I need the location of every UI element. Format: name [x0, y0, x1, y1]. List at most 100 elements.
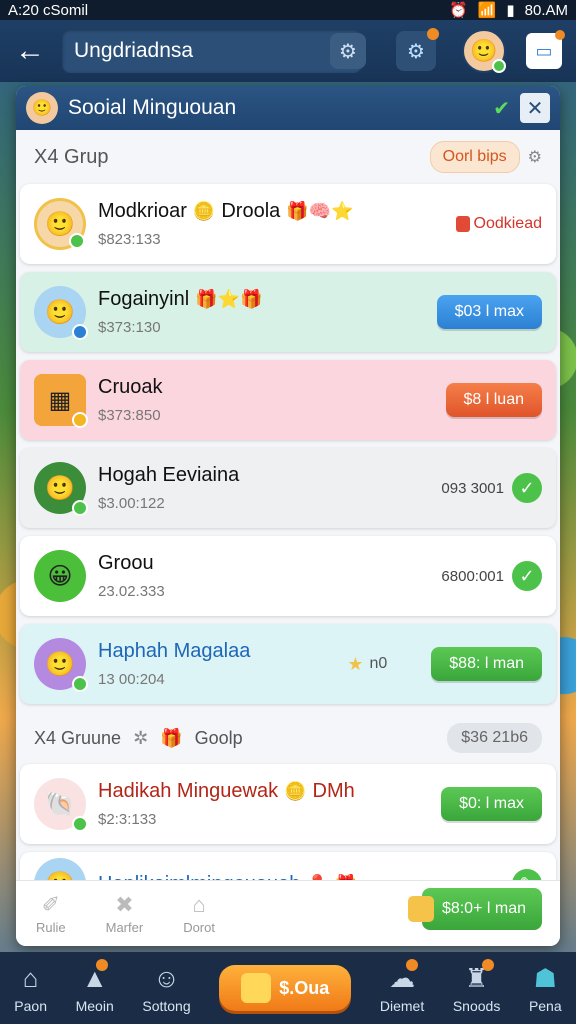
top-bar: ← Ungdriadnsa ⚙ ⚙ 🙂 ▭ — [0, 20, 576, 82]
back-button[interactable]: ← — [8, 29, 52, 73]
action-button[interactable]: $88: l man — [431, 647, 542, 681]
section-header: X4 Grup Oorl bips ⚙ — [16, 130, 560, 184]
online-indicator — [72, 676, 88, 692]
contact-name: Modkrioar — [98, 200, 187, 222]
bottom-toolbar: ✐ Rulie ✖ Marfer ⌂ Dorot $8:0+ l man — [16, 880, 560, 946]
tool-rulie[interactable]: ✐ Rulie — [36, 892, 66, 935]
online-indicator — [72, 324, 88, 340]
list-item[interactable]: 🙂 Haphah Magalaa 13 00:204 ★ n0 $88: l m… — [20, 624, 556, 704]
accept-button[interactable]: ✓ — [512, 561, 542, 591]
avatar: 🙂 — [34, 462, 88, 516]
contact-sub: 13 00:204 — [98, 671, 165, 688]
section-label: X4 Gruune — [34, 727, 122, 748]
accept-button[interactable]: ✓ — [512, 473, 542, 503]
nav-item-diemet[interactable]: ☁ Diemet — [380, 958, 424, 1014]
close-button[interactable]: ✕ — [520, 93, 550, 123]
nav-item-snoods[interactable]: ♜ Snoods — [452, 958, 501, 1014]
ruler-icon: ✐ — [41, 892, 61, 917]
tool-label: Dorot — [183, 920, 215, 935]
contact-sub: $2:3:133 — [98, 811, 157, 828]
wifi-icon: 📶 — [477, 2, 497, 19]
tool-marfer[interactable]: ✖ Marfer — [106, 892, 144, 935]
coin-icon: 🪙 — [284, 781, 307, 801]
contact-name-extra: DMh — [312, 780, 355, 802]
gift-icon — [241, 973, 272, 1003]
notification-dot — [482, 958, 495, 971]
contact-sub: 23.02.333 — [98, 583, 165, 600]
star-text: n0 — [369, 655, 388, 672]
coin-icon: 🪙 — [192, 201, 216, 221]
avatar: 😀 — [34, 550, 86, 602]
box-icon: 🎁 — [160, 727, 183, 748]
lock-icon — [455, 216, 470, 232]
gift-icon — [407, 896, 434, 922]
contact-name: Hadikah Minguewak — [98, 780, 279, 802]
tool-dorot[interactable]: ⌂ Dorot — [183, 892, 215, 935]
door-icon: ⌂ — [192, 892, 206, 917]
settings-button[interactable]: ⚙ — [396, 28, 439, 71]
list-item[interactable]: ▦ Cruoak $373:850 $8 l luan — [20, 360, 556, 440]
nav-item-social[interactable]: ☺ Sottong — [142, 963, 190, 1014]
status-text: 6800:001 — [441, 567, 504, 585]
list-item[interactable]: 🙂 Fogainyinl 🎁⭐🎁 $373:130 $03 l max — [20, 272, 556, 352]
avatar: 🙂 — [26, 92, 58, 124]
action-button[interactable]: $03 l max — [436, 295, 542, 329]
character-icon: ☗ — [533, 962, 557, 993]
gifts-icon: 🎁🧠⭐ — [286, 201, 354, 221]
message-icon: ▭ — [535, 40, 553, 61]
claim-button[interactable]: $8:0+ l man — [407, 888, 542, 930]
section-header: X4 Gruune ✲ 🎁 Goolp $36 21b6 — [16, 712, 560, 764]
amount-pill[interactable]: $36 21b6 — [447, 723, 542, 753]
notification-dot — [555, 30, 565, 40]
list-item[interactable]: 😀 Groou 23.02.333 6800:001 ✓ — [20, 536, 556, 616]
contact-name: Fogainyinl — [98, 288, 190, 310]
panel-header: 🙂 Sooial Minguouan ✔ ✕ — [16, 86, 560, 130]
nav-item-pena[interactable]: ☗ Pena — [529, 963, 562, 1014]
nav-label: Pena — [528, 997, 562, 1014]
status-bar: A:20 cSomil ⏰ 📶 ▮ 80.AM — [0, 0, 576, 20]
avatar: 🙂 — [34, 638, 88, 692]
avatar: 🙂 — [34, 198, 86, 250]
search-icon: ⚙ — [339, 40, 357, 63]
search-input[interactable]: Ungdriadnsa — [62, 29, 362, 73]
action-button[interactable]: $0: l max — [441, 787, 542, 821]
group-icon: ☺ — [153, 962, 180, 993]
contact-name: Hogah Eeviaina — [98, 464, 240, 486]
social-panel: 🙂 Sooial Minguouan ✔ ✕ X4 Grup Oorl bips… — [16, 86, 560, 946]
profile-avatar[interactable]: 🙂 — [462, 29, 506, 73]
star-icon: ★ — [347, 653, 364, 674]
online-indicator — [72, 412, 88, 428]
action-button[interactable]: $8 l luan — [445, 383, 542, 417]
contact-name: Groou — [98, 552, 154, 574]
gear-icon: ⚙ — [407, 40, 425, 63]
list-item[interactable]: 🙂 Hogah Eeviaina $3.00:122 093 3001 ✓ — [20, 448, 556, 528]
contact-name: Haphah Magalaa — [98, 640, 251, 662]
status-badge: Oodkiead — [455, 215, 542, 233]
search-button[interactable]: ⚙ — [330, 33, 366, 69]
nav-label: Paon — [14, 997, 47, 1014]
gear-icon[interactable]: ⚙ — [528, 147, 542, 167]
list-item[interactable]: 🐚 Hadikah Minguewak 🪙 DMh $2:3:133 $0: l m… — [20, 764, 556, 844]
check-icon[interactable]: ✔ — [493, 96, 510, 121]
bottom-nav: ⌂ Paon ▲ Meoin ☺ Sottong $.Oua ☁ Diemet ♜ Sno… — [0, 952, 576, 1024]
online-indicator — [492, 59, 506, 73]
nav-item-meoin[interactable]: ▲ Meoin — [76, 958, 114, 1014]
status-text: 093 3001 — [441, 479, 504, 497]
list-item[interactable]: 🙂 Modkrioar 🪙 Droola 🎁🧠⭐ $823:133 Oodkiead — [20, 184, 556, 264]
shop-label: $.Oua — [279, 977, 330, 998]
notification-dot — [406, 958, 419, 971]
status-time: A:20 cSomil — [8, 1, 89, 19]
tool-label: Marfer — [105, 920, 144, 935]
clock-text: 80.AM — [524, 1, 568, 19]
nav-label: Snoods — [452, 997, 501, 1014]
avatar: 🐚 — [34, 778, 88, 832]
filter-pill[interactable]: Oorl bips — [429, 141, 520, 173]
gifts-icon: 🎁⭐🎁 — [195, 289, 263, 309]
battery-icon: ▮ — [506, 2, 515, 19]
search-value: Ungdriadnsa — [74, 39, 194, 62]
alarm-icon: ⏰ — [449, 2, 468, 19]
shop-button[interactable]: $.Oua — [219, 965, 352, 1011]
messages-button[interactable]: ▭ — [526, 30, 565, 69]
nav-item-home[interactable]: ⌂ Paon — [14, 963, 47, 1014]
contact-sub: $373:130 — [98, 319, 161, 336]
